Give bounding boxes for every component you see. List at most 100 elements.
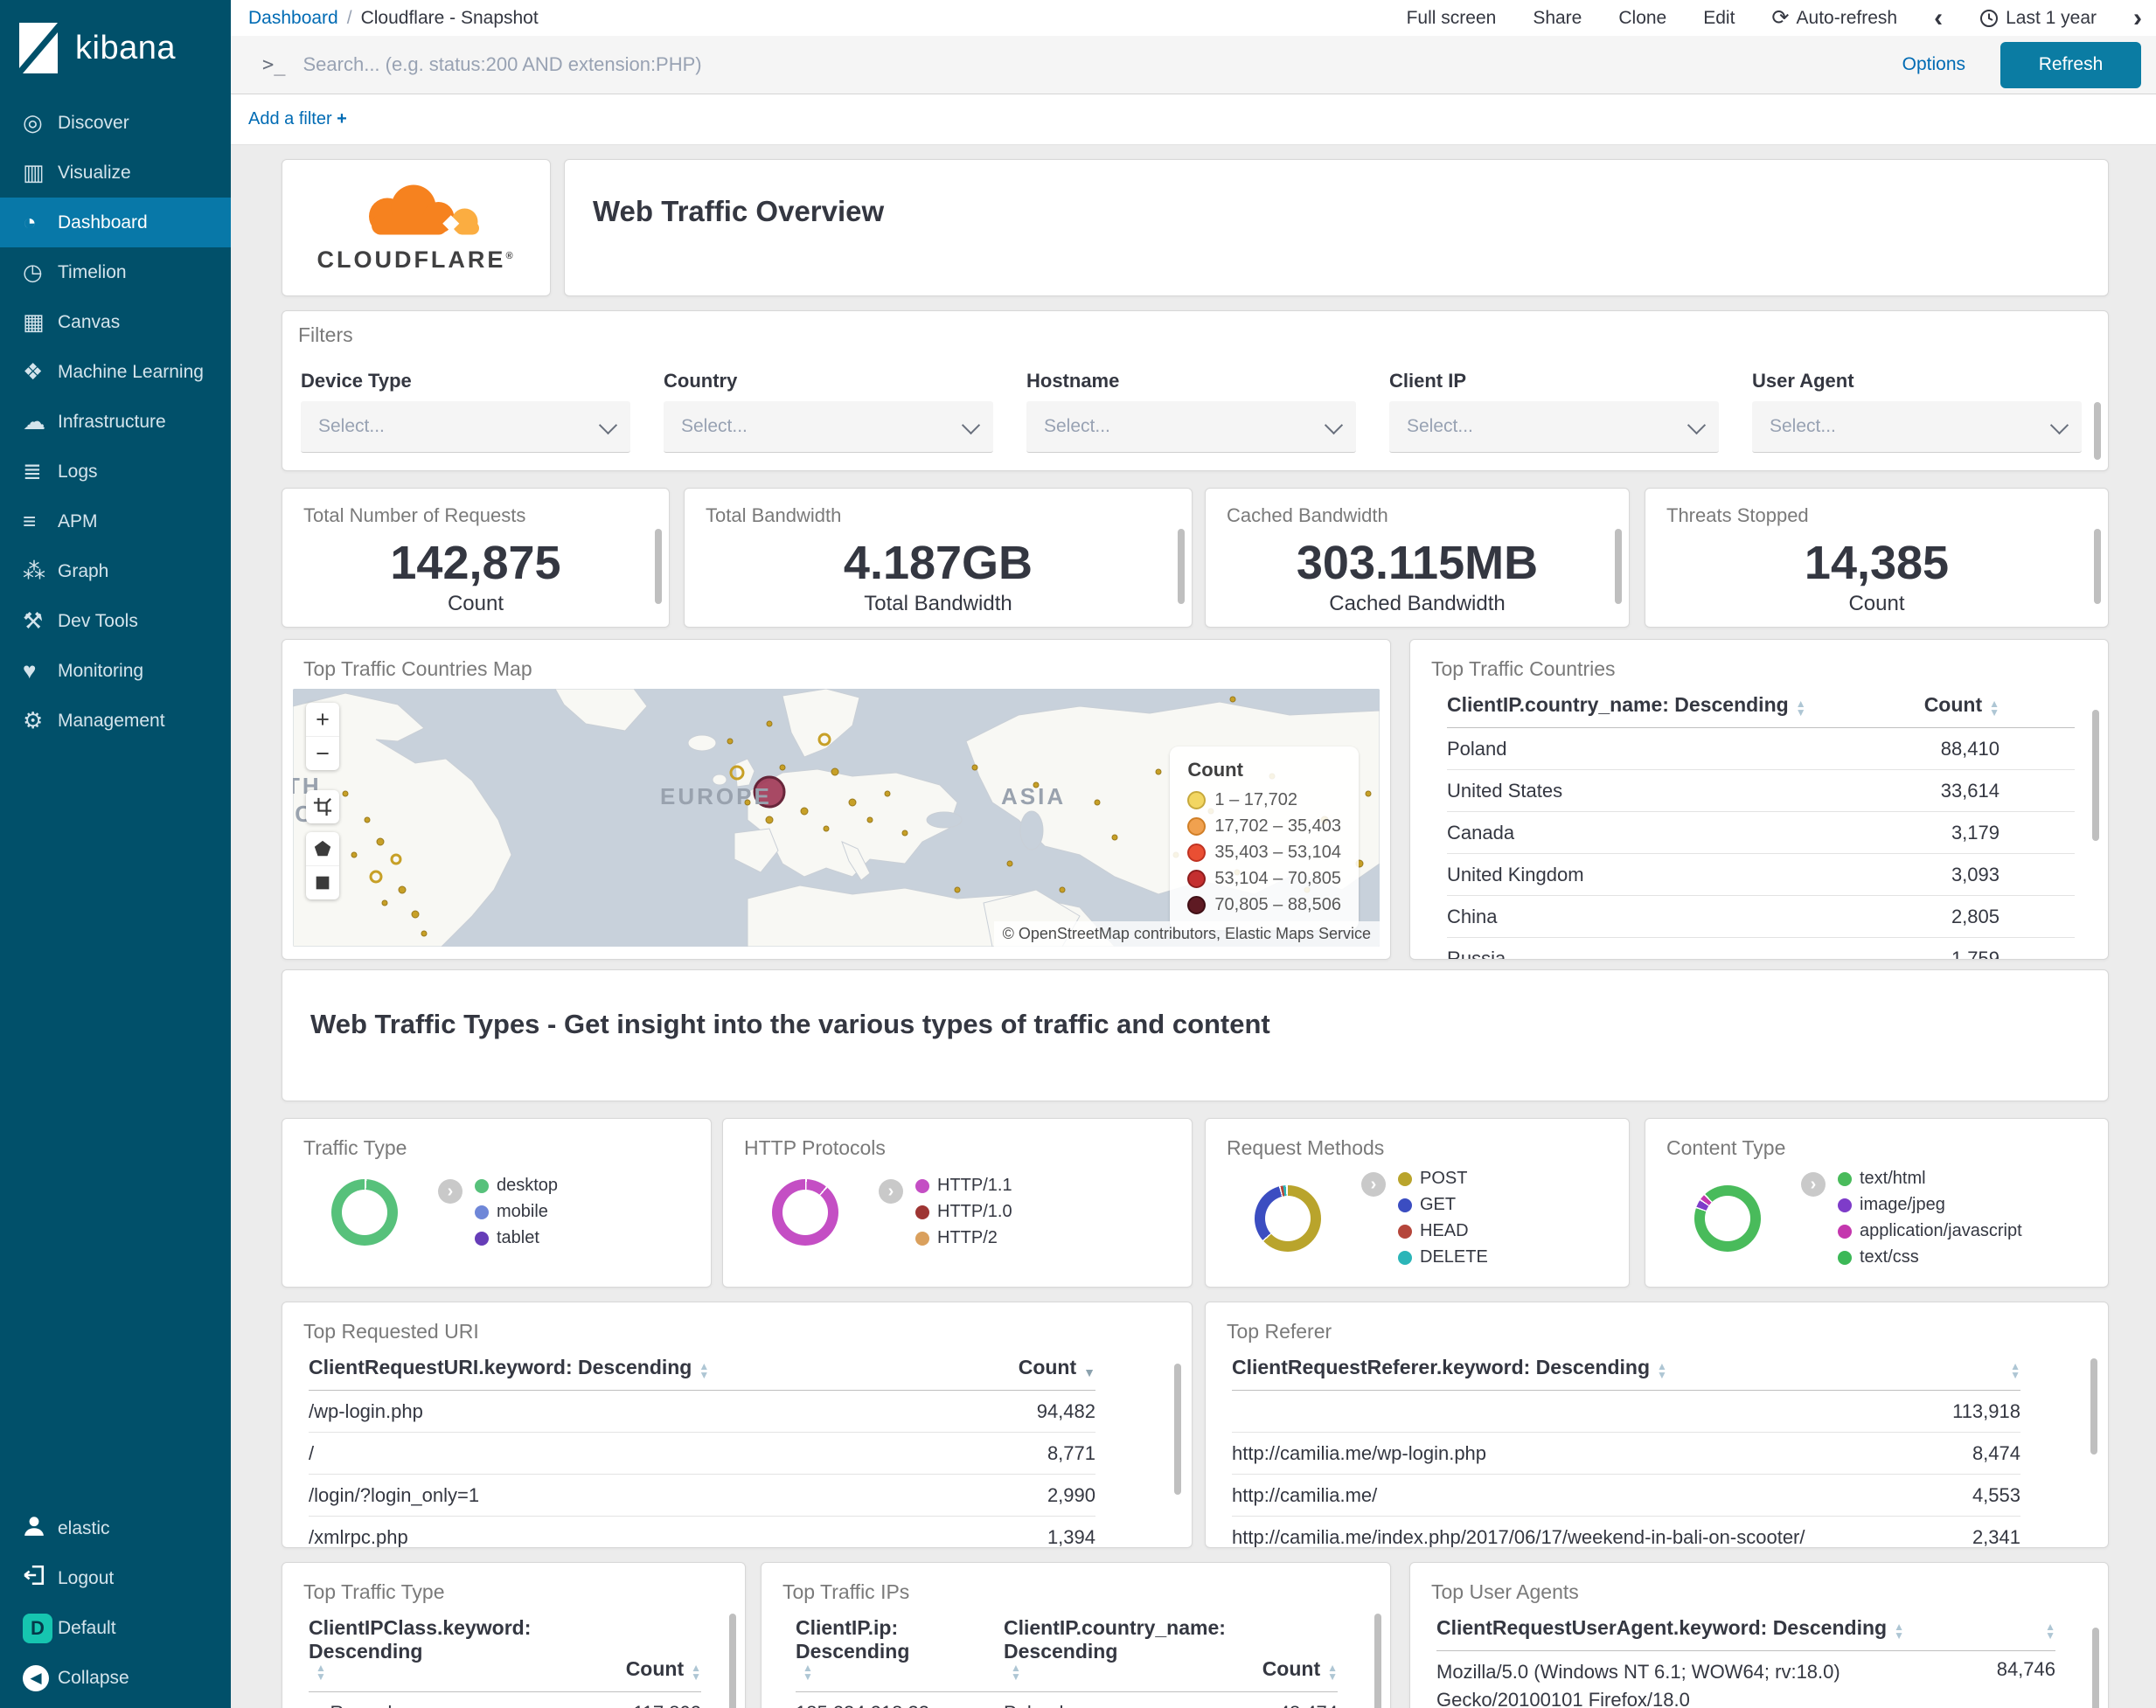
breadcrumb-dashboard-link[interactable]: Dashboard xyxy=(248,8,338,29)
legend-expand-icon[interactable]: › xyxy=(1361,1172,1386,1197)
legend-expand-icon[interactable]: › xyxy=(879,1179,903,1204)
sidebar-item-timelion[interactable]: ◷ Timelion xyxy=(0,247,231,297)
sidebar-item-collapse[interactable]: ◀ Collapse xyxy=(0,1653,231,1703)
legend-item[interactable]: GET xyxy=(1398,1195,1488,1215)
polygon-tool-icon[interactable] xyxy=(306,832,339,866)
full-screen-button[interactable]: Full screen xyxy=(1407,8,1497,29)
http-protocols-donut-chart[interactable] xyxy=(772,1178,838,1246)
scrollbar-thumb[interactable] xyxy=(1615,529,1622,604)
sidebar-item-logout[interactable]: Logout xyxy=(0,1553,231,1603)
machine-learning-icon: ❖ xyxy=(23,358,44,385)
sidebar-item-machine-learning[interactable]: ❖ Machine Learning xyxy=(0,347,231,397)
device-type-select[interactable]: Select... xyxy=(301,401,630,453)
table-row: /login/?login_only=1 2,990 xyxy=(309,1475,1095,1517)
sidebar-item-dev-tools[interactable]: ⚒ Dev Tools xyxy=(0,596,231,646)
kibana-logo[interactable]: kibana xyxy=(0,0,231,96)
column-header-uri[interactable]: ClientRequestURI.keyword: Descending xyxy=(309,1356,1019,1379)
country-select[interactable]: Select... xyxy=(664,401,993,453)
scrollbar-thumb[interactable] xyxy=(1374,1614,1381,1708)
column-header-user-agent[interactable]: ClientRequestUserAgent.keyword: Descendi… xyxy=(1436,1616,2038,1640)
column-header-referer[interactable]: ClientRequestReferer.keyword: Descending xyxy=(1232,1356,2003,1379)
request-methods-donut-chart[interactable] xyxy=(1255,1184,1321,1252)
scrollbar-thumb[interactable] xyxy=(1178,529,1185,604)
chart-legend: POST GET HEAD DELETE xyxy=(1398,1169,1488,1267)
time-range-picker[interactable]: Last 1 year xyxy=(1979,8,2097,29)
scrollbar-thumb[interactable] xyxy=(1174,1364,1181,1495)
filter-device-type: Device Type Select... xyxy=(301,370,630,453)
legend-item[interactable]: desktop xyxy=(475,1176,558,1196)
clone-button[interactable]: Clone xyxy=(1618,8,1666,29)
scrollbar-thumb[interactable] xyxy=(729,1614,736,1708)
refresh-button[interactable]: Refresh xyxy=(2000,41,2141,88)
column-header-count[interactable]: Count xyxy=(626,1657,701,1681)
legend-item[interactable]: DELETE xyxy=(1398,1247,1488,1267)
crop-icon[interactable] xyxy=(306,790,339,823)
sidebar-item-graph[interactable]: ⁂ Graph xyxy=(0,546,231,596)
scrollbar-thumb[interactable] xyxy=(655,529,662,604)
legend-item[interactable]: mobile xyxy=(475,1202,558,1222)
table-row: /xmlrpc.php 1,394 xyxy=(309,1517,1095,1548)
legend-dot-icon xyxy=(1838,1224,1852,1239)
column-header-class[interactable]: ClientIPClass.keyword: Descending xyxy=(309,1616,571,1681)
search-input[interactable] xyxy=(301,52,1867,77)
legend-dot-icon xyxy=(1838,1198,1852,1212)
scrollbar-thumb[interactable] xyxy=(2094,529,2101,604)
logout-icon xyxy=(23,1564,58,1593)
content-type-donut-chart[interactable] xyxy=(1694,1184,1761,1252)
sidebar-item-default-space[interactable]: D Default xyxy=(0,1603,231,1653)
sidebar-item-canvas[interactable]: ▦ Canvas xyxy=(0,297,231,347)
add-filter-link[interactable]: Add a filter + xyxy=(231,109,347,129)
legend-expand-icon[interactable]: › xyxy=(1801,1172,1826,1197)
sidebar-item-infrastructure[interactable]: ☁ Infrastructure xyxy=(0,397,231,447)
legend-item[interactable]: text/html xyxy=(1838,1169,2022,1189)
scrollbar-thumb[interactable] xyxy=(2092,710,2099,841)
table-row: http://camilia.me/index.php/2017/06/17/w… xyxy=(1232,1517,2020,1548)
rectangle-tool-icon[interactable] xyxy=(306,866,339,899)
scrollbar-thumb[interactable] xyxy=(2090,1358,2097,1455)
client-ip-select[interactable]: Select... xyxy=(1389,401,1719,453)
world-map[interactable]: + − TH IC EUROPE ASIA Count xyxy=(293,689,1380,947)
scrollbar-thumb[interactable] xyxy=(2092,1628,2099,1708)
collapse-icon: ◀ xyxy=(23,1664,49,1691)
sidebar-item-dashboard[interactable]: ◔ Dashboard xyxy=(0,198,231,247)
legend-item[interactable]: application/javascript xyxy=(1838,1221,2022,1241)
legend-item[interactable]: tablet xyxy=(475,1228,558,1248)
legend-item[interactable]: HTTP/1.0 xyxy=(915,1202,1012,1222)
legend-item[interactable]: image/jpeg xyxy=(1838,1195,2022,1215)
sidebar-item-apm[interactable]: ≡ APM xyxy=(0,496,231,546)
legend-expand-icon[interactable]: › xyxy=(438,1179,462,1204)
time-back-chevron[interactable]: ‹ xyxy=(1934,4,1943,31)
options-link[interactable]: Options xyxy=(1902,54,1965,75)
legend-item[interactable]: HTTP/1.1 xyxy=(915,1176,1012,1196)
edit-button[interactable]: Edit xyxy=(1703,8,1735,29)
legend-item[interactable]: POST xyxy=(1398,1169,1488,1189)
column-header-country[interactable]: ClientIP.country_name: Descending xyxy=(1004,1616,1262,1681)
zoom-in-button[interactable]: + xyxy=(306,703,339,737)
column-header-count[interactable] xyxy=(2003,1362,2020,1379)
top-user-agents-panel: Top User Agents ClientRequestUserAgent.k… xyxy=(1409,1562,2109,1708)
column-header-country[interactable]: ClientIP.country_name: Descending xyxy=(1447,693,1924,717)
column-header-count[interactable]: Count xyxy=(1019,1356,1095,1379)
sidebar-item-management[interactable]: ⚙ Management xyxy=(0,696,231,746)
time-forward-chevron[interactable]: › xyxy=(2133,4,2142,31)
legend-item[interactable]: HEAD xyxy=(1398,1221,1488,1241)
sidebar-item-discover[interactable]: ◎ Discover xyxy=(0,98,231,148)
sidebar-item-visualize[interactable]: ▥ Visualize xyxy=(0,148,231,198)
column-header-count[interactable] xyxy=(2038,1622,2055,1640)
user-agent-select[interactable]: Select... xyxy=(1752,401,2082,453)
zoom-out-button[interactable]: − xyxy=(306,737,339,770)
scrollbar-thumb[interactable] xyxy=(2094,402,2101,460)
auto-refresh-button[interactable]: ⟳ Auto-refresh xyxy=(1771,5,1897,31)
column-header-ip[interactable]: ClientIP.ip: Descending xyxy=(796,1616,1004,1681)
column-header-count[interactable]: Count xyxy=(1924,693,2075,717)
legend-item[interactable]: HTTP/2 xyxy=(915,1228,1012,1248)
sidebar-item-logs[interactable]: ≣ Logs xyxy=(0,447,231,496)
sidebar-item-user[interactable]: elastic xyxy=(0,1503,231,1553)
hostname-select[interactable]: Select... xyxy=(1026,401,1356,453)
share-button[interactable]: Share xyxy=(1533,8,1582,29)
traffic-type-donut-chart[interactable] xyxy=(331,1178,398,1246)
column-header-count[interactable]: Count xyxy=(1262,1657,1338,1681)
legend-item[interactable]: text/css xyxy=(1838,1247,2022,1267)
sidebar-item-monitoring[interactable]: ♥ Monitoring xyxy=(0,646,231,696)
cloudflare-wordmark: CLOUDFLARE® xyxy=(316,246,516,273)
